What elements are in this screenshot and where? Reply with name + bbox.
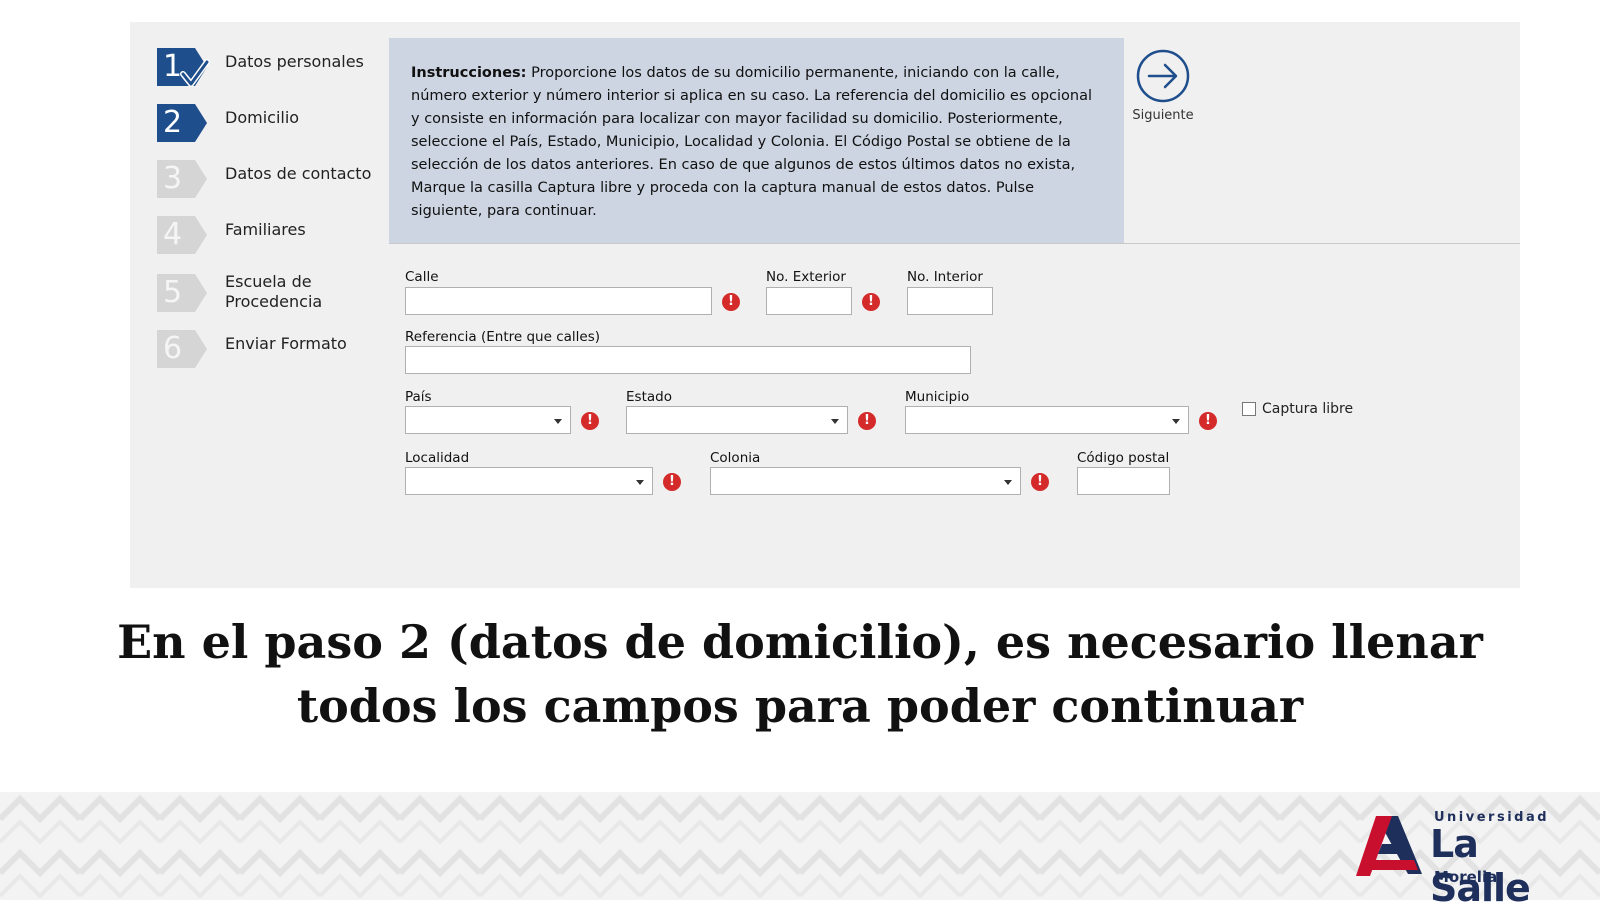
next-button-label: Siguiente <box>1132 108 1194 123</box>
step-number: 4 <box>157 216 195 254</box>
referencia-label: Referencia (Entre que calles) <box>405 329 601 345</box>
estado-label: Estado <box>626 389 672 405</box>
captura-libre-checkbox[interactable] <box>1242 402 1256 416</box>
codigo-postal-label: Código postal <box>1077 450 1170 466</box>
instructions-text: Proporcione los datos de su domicilio pe… <box>411 65 1093 219</box>
calle-input[interactable] <box>405 287 712 315</box>
municipio-select[interactable] <box>905 406 1189 434</box>
colonia-label: Colonia <box>710 450 761 466</box>
step-label: Escuela de Procedencia <box>225 272 323 311</box>
check-icon <box>180 59 210 87</box>
step-label: Datos personales <box>225 52 364 71</box>
pais-label: País <box>405 389 432 405</box>
step-label: Enviar Formato <box>225 334 347 353</box>
step-number: 5 <box>157 274 195 312</box>
no-exterior-input[interactable] <box>766 287 852 315</box>
pais-select[interactable] <box>405 406 571 434</box>
step-arrow <box>195 160 207 198</box>
referencia-input[interactable] <box>405 346 971 374</box>
estado-select[interactable] <box>626 406 848 434</box>
step-escuela-de-procedencia[interactable]: 5 Escuela de Procedencia <box>157 270 397 316</box>
error-icon: ! <box>663 473 681 491</box>
slide-caption: En el paso 2 (datos de domicilio), es ne… <box>117 615 1483 733</box>
arrow-right-icon <box>1136 49 1190 103</box>
error-icon: ! <box>581 412 599 430</box>
step-number: 3 <box>157 160 195 198</box>
localidad-label: Localidad <box>405 450 470 466</box>
step-label: Familiares <box>225 220 306 239</box>
no-exterior-label: No. Exterior <box>766 269 846 285</box>
instructions-box: Instrucciones: Proporcione los datos de … <box>389 38 1124 243</box>
captura-libre-label: Captura libre <box>1262 401 1354 417</box>
step-number: 6 <box>157 330 195 368</box>
step-label: Datos de contacto <box>225 164 372 183</box>
step-arrow <box>195 274 207 312</box>
step-familiares[interactable]: 4 Familiares <box>157 212 397 258</box>
step-number: 2 <box>157 104 195 142</box>
logo-line-2: La Salle <box>1430 822 1531 910</box>
step-datos-de-contacto[interactable]: 3 Datos de contacto <box>157 156 397 202</box>
error-icon: ! <box>722 293 740 311</box>
no-interior-label: No. Interior <box>907 269 983 285</box>
error-icon: ! <box>858 412 876 430</box>
localidad-select[interactable] <box>405 467 653 495</box>
wizard-steps: 1 Datos personales 2 Domicilio 3 Datos d… <box>130 22 390 588</box>
error-icon: ! <box>862 293 880 311</box>
error-icon: ! <box>1031 473 1049 491</box>
divider <box>389 243 1520 244</box>
municipio-label: Municipio <box>905 389 970 405</box>
step-arrow <box>195 104 207 142</box>
step-arrow <box>195 330 207 368</box>
no-interior-input[interactable] <box>907 287 993 315</box>
la-salle-logo: Universidad La Salle Morelia <box>1352 808 1582 910</box>
colonia-select[interactable] <box>710 467 1021 495</box>
step-datos-personales[interactable]: 1 Datos personales <box>157 44 397 90</box>
instructions-title: Instrucciones: <box>411 65 527 81</box>
step-arrow <box>195 216 207 254</box>
codigo-postal-input[interactable] <box>1077 467 1170 495</box>
error-icon: ! <box>1199 412 1217 430</box>
calle-label: Calle <box>405 269 439 285</box>
form-screenshot: 1 Datos personales 2 Domicilio 3 Datos d… <box>130 22 1520 588</box>
logo-line-3: Morelia <box>1434 868 1498 886</box>
step-label: Domicilio <box>225 108 300 127</box>
step-enviar-formato[interactable]: 6 Enviar Formato <box>157 326 397 372</box>
la-salle-emblem-icon <box>1356 816 1422 876</box>
next-button[interactable]: Siguiente <box>1128 48 1198 123</box>
step-domicilio[interactable]: 2 Domicilio <box>157 100 397 146</box>
